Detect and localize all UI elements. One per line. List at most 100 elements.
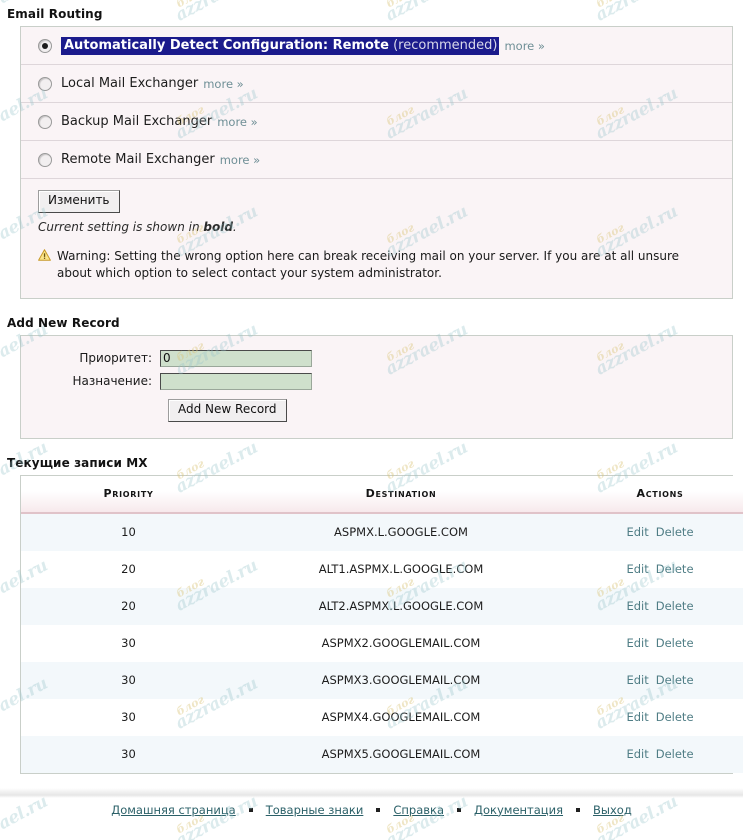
- delete-link[interactable]: Delete: [656, 599, 694, 613]
- cell-priority: 30: [21, 624, 236, 662]
- table-row: 20 ALT2.ASPMX.L.GOOGLE.COM Edit Delete: [21, 587, 743, 625]
- table-row: 30 ASPMX3.GOOGLEMAIL.COM Edit Delete: [21, 661, 743, 699]
- cell-actions: Edit Delete: [566, 624, 743, 662]
- column-header-destination: Destination: [236, 475, 566, 514]
- footer-link-4[interactable]: Выход: [593, 803, 632, 817]
- delete-link[interactable]: Delete: [656, 710, 694, 724]
- routing-option-local-mail-exchanger[interactable]: Local Mail Exchanger more »: [21, 65, 732, 103]
- cell-destination: ASPMX3.GOOGLEMAIL.COM: [236, 661, 566, 699]
- page-title-email-routing: Email Routing: [7, 7, 103, 21]
- cell-priority: 10: [21, 512, 236, 551]
- destination-field-row: Назначение:: [21, 372, 732, 390]
- delete-link[interactable]: Delete: [656, 525, 694, 539]
- more-link-backup-mail-exchanger[interactable]: more »: [217, 115, 257, 129]
- warning-triangle-icon: [38, 248, 51, 261]
- routing-option-recommended-note: (recommended): [388, 37, 498, 53]
- routing-option-label-main: Remote Mail Exchanger: [61, 152, 215, 167]
- cell-destination: ASPMX2.GOOGLEMAIL.COM: [236, 624, 566, 662]
- edit-link[interactable]: Edit: [626, 636, 648, 650]
- routing-option-label-auto-detect: Automatically Detect Configuration: Remo…: [61, 36, 500, 55]
- footer-separator-bullet: [457, 807, 462, 812]
- footer-separator-bullet: [376, 807, 381, 812]
- delete-link[interactable]: Delete: [656, 636, 694, 650]
- change-button[interactable]: Изменить: [38, 190, 120, 213]
- footer-divider: [0, 787, 743, 798]
- cell-destination: ALT2.ASPMX.L.GOOGLE.COM: [236, 587, 566, 625]
- edit-link[interactable]: Edit: [626, 747, 648, 761]
- cell-destination: ASPMX.L.GOOGLE.COM: [236, 512, 566, 551]
- page-title-current-mx: Текущие записи MX: [7, 455, 148, 470]
- cell-priority: 20: [21, 587, 236, 625]
- column-header-actions: Actions: [566, 475, 743, 514]
- current-setting-bold: bold: [203, 219, 233, 234]
- table-row: 10 ASPMX.L.GOOGLE.COM Edit Delete: [21, 512, 743, 551]
- cell-actions: Edit Delete: [566, 698, 743, 736]
- routing-option-label-main: Backup Mail Exchanger: [61, 114, 213, 129]
- mx-records-panel: Priority Destination Actions 10 ASPMX.L.G…: [20, 474, 743, 774]
- warning-text: Warning: Setting the wrong option here c…: [57, 248, 680, 280]
- email-routing-panel: Automatically Detect Configuration: Remo…: [20, 26, 733, 299]
- cell-priority: 30: [21, 698, 236, 736]
- table-row: 30 ASPMX4.GOOGLEMAIL.COM Edit Delete: [21, 698, 743, 736]
- footer-link-1[interactable]: Товарные знаки: [266, 803, 364, 817]
- edit-link[interactable]: Edit: [626, 562, 648, 576]
- footer-separator-bullet: [248, 807, 253, 812]
- destination-input[interactable]: [160, 372, 312, 390]
- footer-link-3[interactable]: Документация: [474, 803, 563, 817]
- footer-link-2[interactable]: Справка: [393, 803, 444, 817]
- radio-button-local-mail-exchanger[interactable]: [38, 76, 52, 91]
- current-setting-note: Current setting is shown in bold.: [21, 213, 732, 234]
- cell-destination: ALT1.ASPMX.L.GOOGLE.COM: [236, 550, 566, 588]
- cell-actions: Edit Delete: [566, 661, 743, 699]
- cell-priority: 20: [21, 550, 236, 588]
- add-new-record-button[interactable]: Add New Record: [168, 398, 287, 422]
- routing-option-label-local-mail-exchanger: Local Mail Exchanger: [61, 76, 198, 91]
- routing-option-backup-mail-exchanger[interactable]: Backup Mail Exchanger more »: [21, 103, 732, 141]
- routing-option-auto-detect[interactable]: Automatically Detect Configuration: Remo…: [21, 27, 732, 65]
- priority-label: Приоритет:: [79, 351, 152, 366]
- column-header-priority: Priority: [21, 475, 236, 514]
- edit-link[interactable]: Edit: [626, 710, 648, 724]
- add-new-record-panel: Приоритет: Назначение: Add New Record: [20, 334, 733, 439]
- table-header-row: Priority Destination Actions: [21, 475, 743, 514]
- mx-records-table: Priority Destination Actions 10 ASPMX.L.G…: [21, 475, 743, 773]
- add-record-actions: Add New Record: [21, 398, 732, 422]
- table-row: 20 ALT1.ASPMX.L.GOOGLE.COM Edit Delete: [21, 550, 743, 588]
- more-link-remote-mail-exchanger[interactable]: more »: [220, 153, 260, 167]
- footer-navigation: Домашняя страница Товарные знаки Справка До…: [0, 798, 743, 817]
- table-row: 30 ASPMX2.GOOGLEMAIL.COM Edit Delete: [21, 624, 743, 662]
- edit-link[interactable]: Edit: [626, 673, 648, 687]
- change-button-row: Изменить: [21, 179, 732, 213]
- footer-separator-bullet: [576, 807, 581, 812]
- cell-priority: 30: [21, 735, 236, 773]
- edit-link[interactable]: Edit: [626, 599, 648, 613]
- destination-label: Назначение:: [72, 374, 153, 389]
- routing-option-remote-mail-exchanger[interactable]: Remote Mail Exchanger more »: [21, 141, 732, 179]
- cell-destination: ASPMX5.GOOGLEMAIL.COM: [236, 735, 566, 773]
- warning-box: Warning: Setting the wrong option here c…: [21, 234, 732, 298]
- cell-actions: Edit Delete: [566, 587, 743, 625]
- routing-option-label-backup-mail-exchanger: Backup Mail Exchanger: [61, 114, 212, 129]
- priority-input[interactable]: [160, 349, 312, 367]
- more-link-local-mail-exchanger[interactable]: more »: [203, 77, 243, 91]
- delete-link[interactable]: Delete: [656, 747, 694, 761]
- routing-option-label-main: Local Mail Exchanger: [61, 76, 199, 91]
- page-title-add-new-record: Add New Record: [7, 315, 120, 330]
- current-setting-suffix: .: [232, 219, 237, 234]
- delete-link[interactable]: Delete: [656, 673, 694, 687]
- cell-actions: Edit Delete: [566, 735, 743, 773]
- more-link-auto-detect[interactable]: more »: [504, 39, 544, 53]
- cell-actions: Edit Delete: [566, 550, 743, 588]
- routing-option-label-remote-mail-exchanger: Remote Mail Exchanger: [61, 152, 215, 167]
- edit-link[interactable]: Edit: [626, 525, 648, 539]
- delete-link[interactable]: Delete: [656, 562, 694, 576]
- routing-option-label-main: Automatically Detect Configuration: Remo…: [64, 37, 389, 53]
- radio-button-backup-mail-exchanger[interactable]: [38, 114, 52, 129]
- radio-button-remote-mail-exchanger[interactable]: [38, 152, 52, 167]
- radio-button-auto-detect[interactable]: [38, 38, 52, 53]
- current-setting-prefix: Current setting is shown in: [38, 219, 204, 234]
- priority-field-row: Приоритет:: [21, 349, 732, 367]
- table-row: 30 ASPMX5.GOOGLEMAIL.COM Edit Delete: [21, 735, 743, 773]
- footer-link-0[interactable]: Домашняя страница: [111, 803, 236, 817]
- cell-priority: 30: [21, 661, 236, 699]
